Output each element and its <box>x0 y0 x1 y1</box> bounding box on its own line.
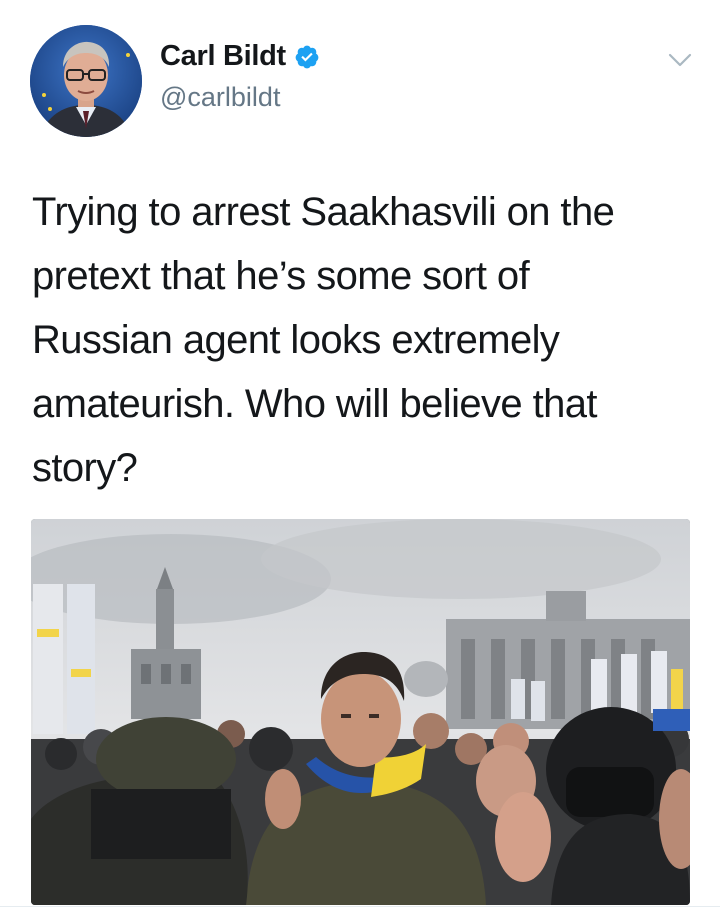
verified-badge-icon <box>295 45 319 68</box>
tweet-photo[interactable] <box>31 519 690 905</box>
profile-photo-icon <box>30 25 142 137</box>
crowd-photo-icon <box>31 519 690 905</box>
tweet-text: Trying to arrest Saakhasvili on the pret… <box>32 190 615 490</box>
author-handle[interactable]: @carlbildt <box>160 82 280 113</box>
divider <box>0 906 720 907</box>
tweet-card: Carl Bildt @carlbildt Trying to arrest S… <box>0 0 720 919</box>
author-name-row[interactable]: Carl Bildt <box>160 40 320 73</box>
avatar[interactable] <box>30 25 142 137</box>
display-name[interactable]: Carl Bildt <box>160 40 286 73</box>
chevron-down-icon[interactable] <box>666 50 694 70</box>
